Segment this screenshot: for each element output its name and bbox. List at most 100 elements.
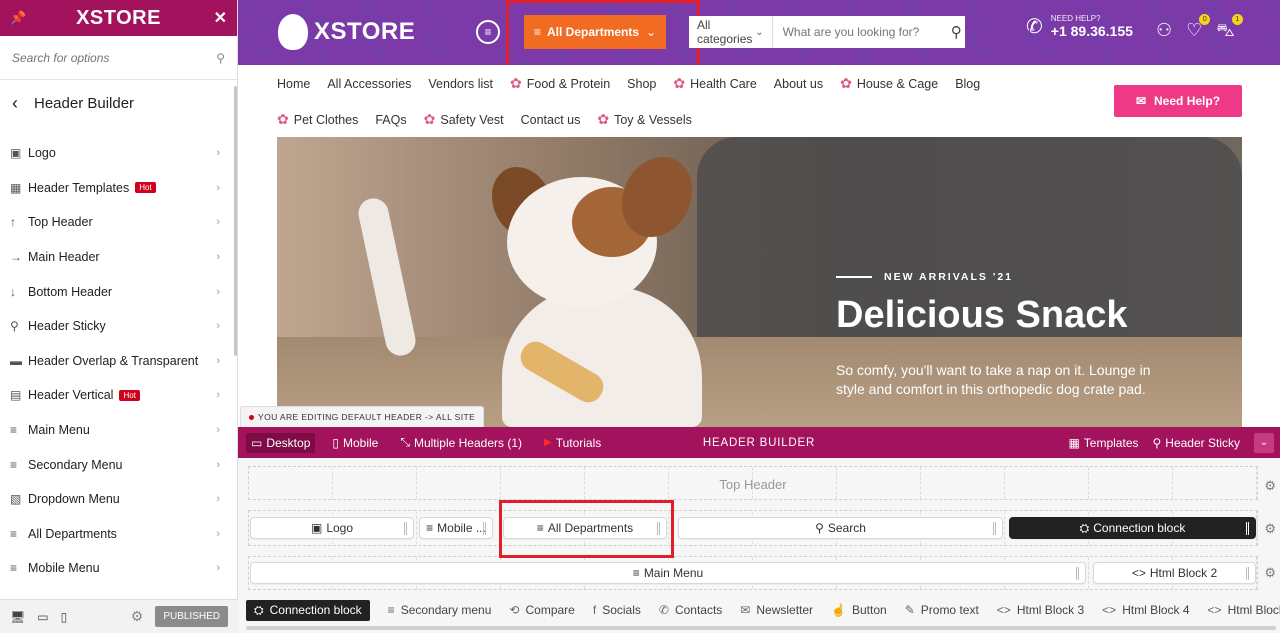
panel-item-label: Bottom Header [28,284,113,299]
elements-scrollbar[interactable] [246,626,1276,630]
builder-tool-mobile[interactable]: ▯ Mobile [327,433,383,453]
editing-notice: YOU ARE EDITING DEFAULT HEADER -> ALL SI… [240,406,485,427]
element-promo-text[interactable]: ✎ Promo text [905,603,979,617]
menu-toggle-icon[interactable]: ≡ [476,20,500,44]
builder-tool-multiple-headers-1[interactable]: ⤡ Multiple Headers (1) [395,432,527,453]
main-menu-slot[interactable]: ≡ Main Menu [250,562,1086,584]
close-icon[interactable]: ✕ [214,8,227,28]
panel-item-icon: ▤ [10,388,22,403]
nav-icon: ✿ [510,75,522,91]
cart-icon[interactable]: ⛍ 1 [1216,14,1243,44]
html-block-slot[interactable]: <> Html Block 2 [1093,562,1256,584]
nav-link-toy-vessels[interactable]: ✿ Toy & Vessels [597,111,692,128]
options-search-input[interactable] [12,50,217,65]
element-html-block-5[interactable]: <> Html Block 5 [1208,603,1280,617]
tool-icon: ▦ [1068,435,1080,450]
nav-link-safety-vest[interactable]: ✿ Safety Vest [424,111,504,128]
builder-tool-header-sticky[interactable]: ⚲ Header Sticky [1153,436,1241,450]
panel-topbar: 📌 XSTORE ✕ [0,0,237,36]
element-contacts[interactable]: ✆ Contacts [659,603,722,617]
gear-icon[interactable]: ⚙ [1264,478,1276,494]
nav-link-home[interactable]: Home [277,77,310,91]
nav-link-house-cage[interactable]: ✿ House & Cage [840,75,938,92]
nav-link-label: Blog [955,76,981,91]
account-icon[interactable]: ⚇ [1156,20,1172,44]
panel-item-header-templates[interactable]: ▦ Header Templates Hot › [0,171,234,206]
panel-item-header-overlap-transparent[interactable]: ▬ Header Overlap & Transparent › [0,344,234,379]
tablet-preview-icon[interactable]: ▭ [37,610,48,624]
all-departments-slot[interactable]: ≡ All Departments [503,517,667,539]
panel-item-top-header[interactable]: ↑ Top Header › [0,205,234,240]
element-newsletter[interactable]: ✉ Newsletter [740,603,813,617]
nav-link-health-care[interactable]: ✿ Health Care [673,75,756,92]
panel-item-icon: ▬ [10,353,22,368]
element-html-block-3[interactable]: <> Html Block 3 [997,603,1084,617]
nav-link-blog[interactable]: Blog [955,77,980,91]
panel-item-main-header[interactable]: → Main Header › [0,240,234,275]
nav-icon: ✿ [423,111,436,127]
element-button[interactable]: ☝ Button [831,603,887,617]
published-button[interactable]: PUBLISHED [155,606,228,627]
nav-link-label: Toy & Vessels [614,112,692,127]
builder-left-tools: ▭ Desktop ▯ Mobile ⤡ Multiple Headers (1) ▶ Tut… [238,432,606,453]
search-icon[interactable]: ⚲ [948,23,965,41]
element-html-block-4[interactable]: <> Html Block 4 [1102,603,1189,617]
mobile-preview-icon[interactable]: ▯ [61,610,68,624]
element-secondary-menu[interactable]: ≡ Secondary menu [388,603,492,617]
gear-icon[interactable]: ⚙ [1264,521,1276,537]
category-select[interactable]: All categories ⌄ [689,16,773,48]
panel-item-logo[interactable]: ▣ Logo › [0,136,234,171]
desktop-preview-icon[interactable]: 🖥 [10,610,25,624]
help-phone[interactable]: ✆ NEED HELP? +1 89.36.155 [1026,14,1133,39]
mobile-menu-slot[interactable]: ≡ Mobile ... [419,517,493,539]
collapse-builder-icon[interactable]: ⌄ [1254,432,1274,453]
builder-tool-templates[interactable]: ▦ Templates [1068,436,1138,450]
nav-link-food-protein[interactable]: ✿ Food & Protein [510,75,610,92]
tool-label: Tutorials [555,435,602,450]
back-icon[interactable]: ‹ [12,93,18,114]
need-help-button[interactable]: ✉ Need Help? [1114,85,1242,117]
site-search-input[interactable] [772,25,948,39]
main-menu-slot-label: Main Menu [643,566,704,580]
nav-link-pet-clothes[interactable]: ✿ Pet Clothes [277,111,358,128]
all-departments-button[interactable]: ≡ All Departments ⌄ [524,15,666,49]
site-logo[interactable]: XSTORE [278,14,415,50]
nav-link-shop[interactable]: Shop [627,77,656,91]
nav-link-faqs[interactable]: FAQs [375,113,406,127]
tool-label: Mobile [342,435,379,450]
nav-link-contact-us[interactable]: Contact us [521,113,581,127]
panel-item-header-vertical[interactable]: ▤ Header Vertical Hot › [0,378,234,413]
search-slot[interactable]: ⚲ Search [678,517,1003,539]
panel-item-dropdown-menu[interactable]: ▧ Dropdown Menu › [0,482,234,517]
nav-link-about-us[interactable]: About us [774,77,823,91]
builder-tool-desktop[interactable]: ▭ Desktop [246,432,316,453]
top-header-row[interactable]: Top Header [248,466,1258,500]
panel-item-all-departments[interactable]: ≡ All Departments › [0,517,234,552]
panel-item-header-sticky[interactable]: ⚲ Header Sticky › [0,309,234,344]
panel-item-bottom-header[interactable]: ↓ Bottom Header › [0,274,234,309]
editing-notice-text: YOU ARE EDITING DEFAULT HEADER -> ALL SI… [258,412,476,422]
nav-link-vendors-list[interactable]: Vendors list [428,77,493,91]
chevron-right-icon: › [216,354,220,367]
search-icon[interactable]: ⚲ [216,51,225,65]
element-compare[interactable]: ⟲ Compare [509,603,574,617]
gear-icon[interactable]: ⚙ [1264,565,1276,581]
image-icon: ▣ [310,521,323,535]
nav-link-all-accessories[interactable]: All Accessories [327,77,411,91]
wishlist-icon[interactable]: ♡ 0 [1186,14,1211,44]
panel-item-label: Header Templates [28,180,130,195]
panel-scrollbar[interactable] [234,86,237,356]
panel-item-label: Main Header [28,250,100,265]
element-label: Promo text [920,603,979,617]
element-connection-block[interactable]: ⛭ Connection block [246,599,370,621]
panel-item-mobile-menu[interactable]: ≡ Mobile Menu › [0,551,234,586]
logo-slot[interactable]: ▣ Logo [250,517,414,539]
builder-tool-tutorials[interactable]: ▶ Tutorials [539,433,606,453]
connection-block-slot[interactable]: ⛭ Connection block [1009,517,1256,539]
pin-icon[interactable]: 📌 [10,10,26,26]
hero-dog-tail [355,195,419,359]
panel-item-main-menu[interactable]: ≡ Main Menu › [0,413,234,448]
element-socials[interactable]: f Socials [593,603,641,617]
panel-item-secondary-menu[interactable]: ≡ Secondary Menu › [0,447,234,482]
gear-icon[interactable]: ⚙ [131,608,144,625]
